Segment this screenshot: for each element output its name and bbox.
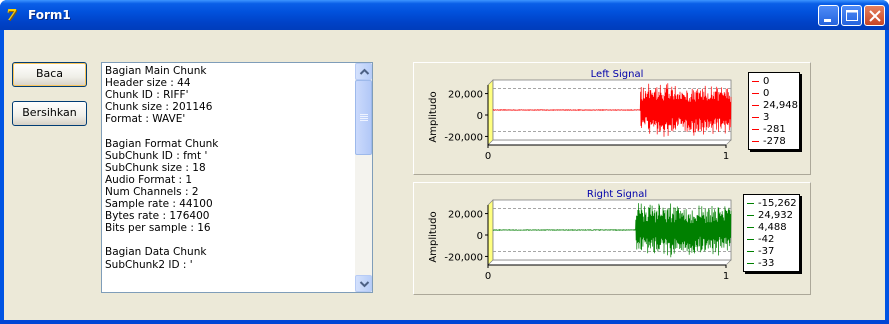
title-bar[interactable]: 7 Form1 bbox=[0, 0, 889, 30]
legend-swatch bbox=[752, 104, 759, 106]
close-icon bbox=[869, 10, 881, 22]
memo-line: Num Channels : 2 bbox=[105, 185, 199, 198]
maximize-icon bbox=[846, 10, 858, 21]
baca-button[interactable]: Baca bbox=[12, 62, 87, 87]
memo-text: Bagian Main Chunk Header size : 44 Chunk I… bbox=[105, 65, 355, 291]
legend-swatch bbox=[747, 202, 754, 204]
memo-line: Bagian Data Chunk bbox=[105, 246, 207, 259]
y-tick-label: 0 bbox=[477, 231, 483, 242]
legend-entry: -33 bbox=[747, 258, 774, 270]
y-tick-label: 20,000 bbox=[448, 210, 483, 221]
maximize-button[interactable] bbox=[841, 5, 862, 26]
legend-swatch bbox=[747, 250, 754, 252]
memo-line: Chunk size : 201146 bbox=[105, 101, 213, 114]
memo-line: Bits per sample : 16 bbox=[105, 222, 211, 235]
legend-entry: 24,932 bbox=[747, 210, 793, 222]
legend-swatch bbox=[747, 238, 754, 240]
legend-entry: 24,948 bbox=[752, 100, 798, 112]
y-tick-label: 0 bbox=[477, 111, 483, 122]
legend-label: 0 bbox=[763, 76, 770, 87]
y-tick-label: -20,000 bbox=[444, 132, 483, 143]
form-client-area: Baca Bersihkan Bagian Main Chunk Header s… bbox=[4, 30, 885, 320]
chart-title: Right Signal bbox=[587, 189, 647, 200]
legend-label: 4,488 bbox=[758, 222, 787, 233]
memo-line: SubChunk2 ID : ' bbox=[105, 258, 193, 271]
floor-wall bbox=[487, 139, 732, 146]
floor-wall bbox=[487, 259, 732, 266]
legend-label: 24,932 bbox=[758, 210, 793, 221]
legend-entry: 0 bbox=[752, 88, 769, 100]
left-signal-chart: Left Signal 20,000 0 -20,000 Amplitudo 0 1 0 0 24… bbox=[413, 62, 811, 175]
legend-label: -37 bbox=[758, 246, 775, 257]
y-tick-label: -20,000 bbox=[444, 252, 483, 263]
memo-line: Bytes rate : 176400 bbox=[105, 210, 210, 223]
legend-label: -15,262 bbox=[758, 198, 797, 209]
y-axis-label: Amplitudo bbox=[428, 91, 439, 142]
chevron-up-icon bbox=[359, 68, 370, 75]
x-tick-label: 1 bbox=[723, 271, 729, 282]
info-memo[interactable]: Bagian Main Chunk Header size : 44 Chunk I… bbox=[101, 62, 373, 293]
chevron-down-icon bbox=[359, 281, 370, 288]
legend-entry: -15,262 bbox=[747, 198, 797, 210]
chart-legend: -15,262 24,932 4,488 -42 -37 -33 bbox=[743, 194, 800, 272]
legend-entry: 0 bbox=[752, 76, 769, 88]
scroll-thumb[interactable] bbox=[355, 80, 372, 155]
memo-scrollbar[interactable] bbox=[355, 63, 372, 292]
legend-swatch bbox=[752, 92, 759, 94]
memo-line: Sample rate : 44100 bbox=[105, 198, 213, 211]
legend-swatch bbox=[752, 140, 759, 142]
memo-line: Chunk ID : RIFF' bbox=[105, 89, 189, 102]
legend-entry: -42 bbox=[747, 234, 774, 246]
legend-swatch bbox=[752, 116, 759, 118]
legend-label: -42 bbox=[758, 234, 775, 245]
legend-entry: -278 bbox=[752, 136, 786, 148]
x-tick-label: 0 bbox=[485, 151, 491, 162]
legend-label: 3 bbox=[763, 112, 770, 123]
legend-entry: 3 bbox=[752, 112, 769, 124]
legend-label: -281 bbox=[763, 124, 786, 135]
legend-entry: 4,488 bbox=[747, 222, 787, 234]
memo-line bbox=[105, 234, 355, 246]
memo-line: Format : WAVE' bbox=[105, 113, 186, 126]
close-button[interactable] bbox=[864, 5, 885, 26]
memo-line: Audio Format : 1 bbox=[105, 173, 193, 186]
x-tick-label: 0 bbox=[485, 271, 491, 282]
legend-swatch bbox=[747, 214, 754, 216]
legend-label: 0 bbox=[763, 88, 770, 99]
minimize-icon bbox=[824, 19, 831, 22]
memo-line: SubChunk size : 18 bbox=[105, 161, 206, 174]
legend-entry: -37 bbox=[747, 246, 774, 258]
memo-line bbox=[105, 125, 355, 137]
right-signal-chart: Right Signal 20,000 0 -20,000 Amplitudo 0 1 -15… bbox=[413, 182, 811, 295]
bersihkan-button[interactable]: Bersihkan bbox=[12, 101, 87, 126]
legend-label: 24,948 bbox=[763, 100, 798, 111]
delphi-app-icon: 7 bbox=[6, 6, 17, 24]
memo-line: Bagian Main Chunk bbox=[105, 65, 207, 77]
chart-title: Left Signal bbox=[591, 69, 644, 80]
chart-legend: 0 0 24,948 3 -281 -278 bbox=[748, 72, 800, 150]
memo-line: Header size : 44 bbox=[105, 77, 191, 90]
legend-label: -278 bbox=[763, 136, 786, 147]
legend-swatch bbox=[747, 262, 754, 264]
y-tick-label: 20,000 bbox=[448, 90, 483, 101]
scroll-up-button[interactable] bbox=[355, 63, 372, 80]
window-bottom-border bbox=[0, 320, 889, 324]
legend-entry: -281 bbox=[752, 124, 786, 136]
x-tick-label: 1 bbox=[723, 151, 729, 162]
minimize-button[interactable] bbox=[818, 5, 839, 26]
y-axis-label: Amplitudo bbox=[428, 211, 439, 262]
legend-swatch bbox=[752, 128, 759, 130]
window-title: Form1 bbox=[28, 8, 71, 22]
memo-line: Bagian Format Chunk bbox=[105, 137, 219, 150]
memo-line: SubChunk ID : fmt ' bbox=[105, 149, 208, 162]
scroll-down-button[interactable] bbox=[355, 275, 372, 292]
left-wall bbox=[487, 79, 494, 146]
legend-swatch bbox=[752, 80, 759, 82]
left-wall bbox=[487, 199, 494, 266]
legend-label: -33 bbox=[758, 258, 775, 269]
legend-swatch bbox=[747, 226, 754, 228]
form1-window: 7 Form1 Baca Bersihkan Bagian Main Chunk… bbox=[0, 0, 889, 324]
